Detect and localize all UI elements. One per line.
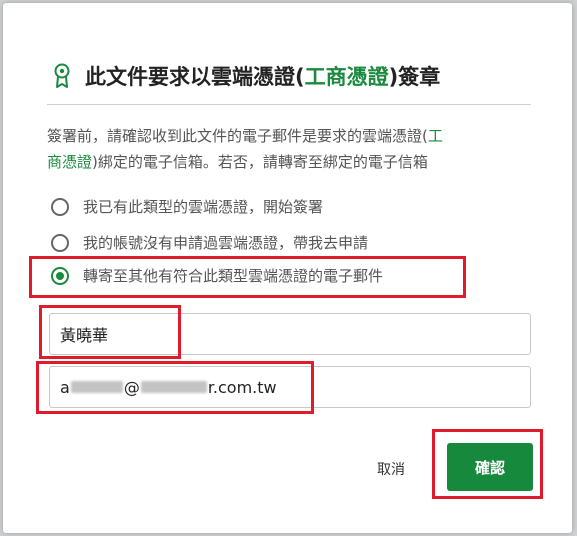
redacted-text — [70, 381, 123, 393]
radio-start-signing[interactable] — [51, 197, 69, 216]
redacted-text — [140, 381, 207, 393]
recipient-email-input[interactable]: a @ r.com.tw — [49, 366, 531, 408]
recipient-name-input[interactable]: 黃曉華 — [49, 313, 531, 355]
recipient-name-value: 黃曉華 — [60, 326, 109, 345]
option-label: 轉寄至其他有符合此類型雲端憑證的電子郵件 — [83, 267, 384, 285]
title-certificate-type: 工商憑證 — [304, 65, 389, 89]
option-apply-certificate[interactable]: 我的帳號沒有申請過雲端憑證，帶我去申請 — [51, 232, 368, 253]
radio-apply-certificate[interactable] — [51, 233, 69, 252]
cloud-certificate-dialog: 此文件要求以雲端憑證(工商憑證)簽章 簽署前，請確認收到此文件的電子郵件是要求的… — [3, 3, 572, 533]
dialog-title: 此文件要求以雲端憑證(工商憑證)簽章 — [85, 65, 441, 89]
certificate-award-icon — [54, 63, 70, 88]
dialog-description: 簽署前，請確認收到此文件的電子郵件是要求的雲端憑證(工 商憑證)綁定的電子信箱。… — [47, 127, 443, 171]
dialog-header: 此文件要求以雲端憑證(工商憑證)簽章 — [53, 61, 440, 91]
option-label: 我已有此類型的雲端憑證，開始簽署 — [83, 198, 324, 216]
header-divider — [47, 104, 531, 105]
cancel-button[interactable]: 取消 — [377, 459, 405, 479]
confirm-button[interactable]: 確認 — [447, 443, 533, 491]
option-start-signing[interactable]: 我已有此類型的雲端憑證，開始簽署 — [51, 196, 323, 217]
option-label: 我的帳號沒有申請過雲端憑證，帶我去申請 — [83, 234, 369, 252]
option-forward-email[interactable]: 轉寄至其他有符合此類型雲端憑證的電子郵件 — [51, 265, 383, 286]
radio-forward-email[interactable] — [51, 266, 69, 285]
